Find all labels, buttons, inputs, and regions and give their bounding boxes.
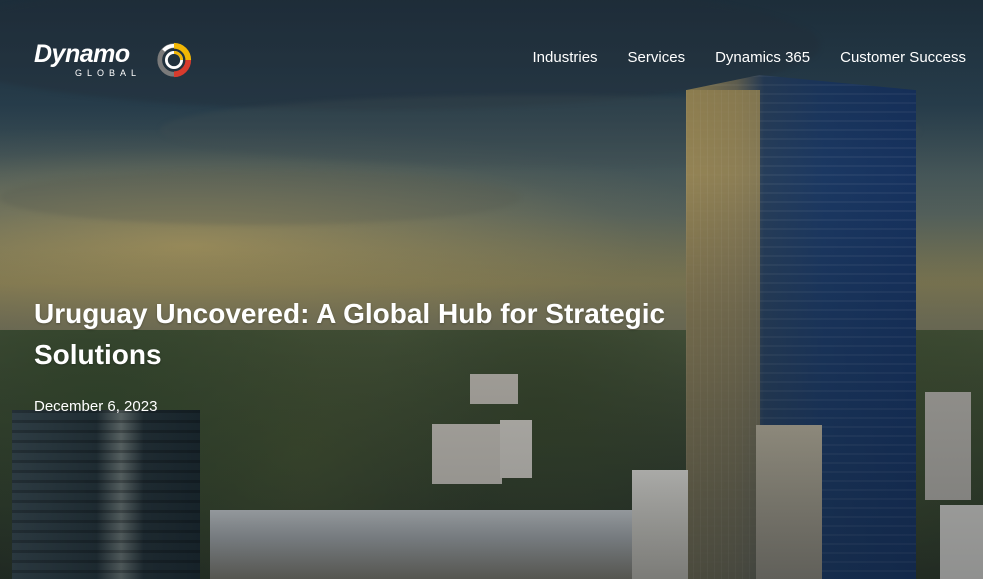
hero-section: Dynamo GLOBAL Industries Services Dynami…	[0, 0, 983, 579]
site-logo[interactable]: Dynamo GLOBAL	[34, 39, 194, 83]
logo-wordmark: Dynamo	[34, 40, 130, 68]
site-header: Dynamo GLOBAL Industries Services Dynami…	[0, 0, 983, 118]
article-title: Uruguay Uncovered: A Global Hub for Stra…	[34, 298, 666, 370]
nav-dynamics-365[interactable]: Dynamics 365	[715, 47, 810, 69]
article-date: December 6, 2023	[34, 398, 158, 415]
nav-customer-success[interactable]: Customer Success	[840, 47, 966, 69]
dynamo-ring-logo-icon	[157, 42, 192, 78]
main-navigation: Industries Services Dynamics 365 Custome…	[533, 47, 967, 69]
logo-subtitle: GLOBAL	[75, 68, 142, 78]
nav-industries[interactable]: Industries	[533, 47, 598, 69]
nav-services[interactable]: Services	[628, 47, 686, 69]
